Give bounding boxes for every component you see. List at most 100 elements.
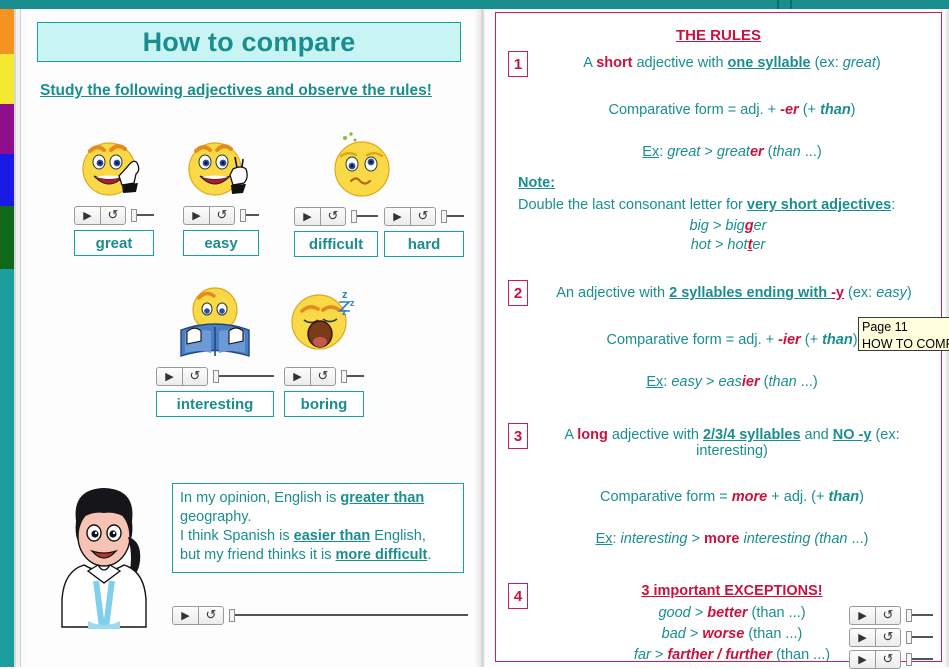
slider-track[interactable] xyxy=(246,214,259,216)
audio-progress-slider[interactable] xyxy=(336,369,364,383)
audio-progress-slider[interactable] xyxy=(901,652,933,666)
page-title-box: How to compare xyxy=(37,22,461,62)
play-button[interactable]: ▶ xyxy=(384,206,410,226)
replay-button[interactable]: ↺ xyxy=(100,205,126,225)
play-button[interactable]: ▶ xyxy=(183,205,209,225)
replay-button[interactable]: ↺ xyxy=(410,206,436,226)
slider-track[interactable] xyxy=(347,375,364,377)
t: one syllable xyxy=(727,55,811,71)
audio-player-hard[interactable]: ▶ ↺ xyxy=(384,206,464,226)
t: hot xyxy=(727,237,748,253)
audio-progress-slider[interactable] xyxy=(346,209,378,223)
play-button[interactable]: ▶ xyxy=(849,649,875,669)
t: short xyxy=(596,55,633,71)
t: > xyxy=(701,374,719,390)
t: ...) xyxy=(847,531,869,547)
word-card-interesting: ▶ ↺ interesting xyxy=(156,284,274,417)
t: ier xyxy=(741,374,760,390)
color-strip-green xyxy=(0,206,14,269)
speech-line1-highlight: greater than xyxy=(340,490,425,506)
audio-progress-slider[interactable] xyxy=(901,608,933,622)
t: : xyxy=(612,531,621,547)
t: (+ xyxy=(798,102,821,118)
replay-button[interactable]: ↺ xyxy=(875,649,901,669)
slider-track[interactable] xyxy=(912,658,933,660)
replay-button[interactable]: ↺ xyxy=(209,205,235,225)
color-strip-yellow xyxy=(0,54,14,104)
t: better xyxy=(707,605,748,621)
tooltip-page-title: HOW TO COMP xyxy=(862,336,949,351)
word-label-boring: boring xyxy=(284,391,364,417)
slider-track[interactable] xyxy=(912,636,933,638)
audio-player-difficult[interactable]: ▶ ↺ xyxy=(294,206,378,226)
rule-3-form: Comparative form = more + adj. (+ than) xyxy=(532,489,932,505)
speech-line3-highlight: easier than xyxy=(293,528,371,545)
audio-progress-slider[interactable] xyxy=(208,369,274,383)
audio-player-boring[interactable]: ▶ ↺ xyxy=(284,366,364,386)
play-button[interactable]: ▶ xyxy=(172,605,198,625)
t: good xyxy=(658,605,691,621)
replay-button[interactable]: ↺ xyxy=(310,366,336,386)
t: Ex xyxy=(595,531,613,547)
t: easy xyxy=(876,285,907,301)
audio-progress-slider[interactable] xyxy=(901,630,933,644)
replay-button[interactable]: ↺ xyxy=(875,605,901,625)
audio-player-great[interactable]: ▶ ↺ xyxy=(74,205,154,225)
replay-button[interactable]: ↺ xyxy=(875,627,901,647)
t: Note: xyxy=(518,175,556,191)
audio-progress-slider[interactable] xyxy=(235,208,259,222)
t: more xyxy=(731,489,768,505)
svg-text:z: z xyxy=(350,298,355,308)
slider-track[interactable] xyxy=(235,614,468,616)
speech-line4-c: . xyxy=(427,547,432,564)
audio-player-exception-far[interactable]: ▶ ↺ xyxy=(849,649,933,669)
speech-line3-c: English, xyxy=(370,528,426,545)
slider-track[interactable] xyxy=(137,214,154,216)
audio-player-exception-good[interactable]: ▶ ↺ xyxy=(849,605,933,625)
play-button[interactable]: ▶ xyxy=(156,366,182,386)
t: An adjective with xyxy=(556,285,670,301)
audio-player-exception-bad[interactable]: ▶ ↺ xyxy=(849,627,933,647)
t: -y xyxy=(831,285,844,301)
t: 2/3/4 syllables xyxy=(702,427,801,443)
audio-player-interesting[interactable]: ▶ ↺ xyxy=(156,366,274,386)
audio-progress-slider[interactable] xyxy=(436,209,464,223)
word-label-interesting: interesting xyxy=(156,391,274,417)
play-button[interactable]: ▶ xyxy=(849,605,875,625)
top-bar-notch-left xyxy=(777,0,779,9)
page-tooltip: Page 11 HOW TO COMP xyxy=(858,317,949,351)
audio-player-easy[interactable]: ▶ ↺ xyxy=(183,205,259,225)
t: -er xyxy=(780,102,799,118)
audio-progress-slider[interactable] xyxy=(224,608,468,622)
t: ) xyxy=(852,332,858,348)
t: than xyxy=(772,144,801,160)
slider-track[interactable] xyxy=(219,375,274,377)
color-strip-blue xyxy=(0,154,14,206)
t: eas xyxy=(718,374,742,390)
t: er xyxy=(753,218,767,234)
play-button[interactable]: ▶ xyxy=(284,366,310,386)
audio-player-speech[interactable]: ▶ ↺ xyxy=(172,601,468,625)
t: er xyxy=(749,144,764,160)
t: than xyxy=(819,531,848,547)
slider-track[interactable] xyxy=(447,215,464,217)
slider-track[interactable] xyxy=(912,614,933,616)
play-button[interactable]: ▶ xyxy=(294,206,320,226)
rule-1-form: Comparative form = adj. + -er (+ than) xyxy=(532,102,932,118)
replay-button[interactable]: ↺ xyxy=(182,366,208,386)
t: great xyxy=(842,55,876,71)
play-button[interactable]: ▶ xyxy=(849,627,875,647)
t: (than ...) xyxy=(747,605,806,621)
slider-track[interactable] xyxy=(357,215,378,217)
t: easy xyxy=(671,374,702,390)
rule-4-headline: 3 important EXCEPTIONS! xyxy=(641,583,823,599)
note-label: Note: xyxy=(518,175,938,191)
t: ...) xyxy=(796,374,818,390)
replay-button[interactable]: ↺ xyxy=(320,206,346,226)
t: interesting ( xyxy=(739,531,820,547)
smiley-thumbs-up-icon xyxy=(74,129,154,201)
play-button[interactable]: ▶ xyxy=(74,205,100,225)
left-slide-panel: How to compare Study the following adjec… xyxy=(26,9,485,667)
audio-progress-slider[interactable] xyxy=(126,208,154,222)
replay-button[interactable]: ↺ xyxy=(198,605,224,625)
